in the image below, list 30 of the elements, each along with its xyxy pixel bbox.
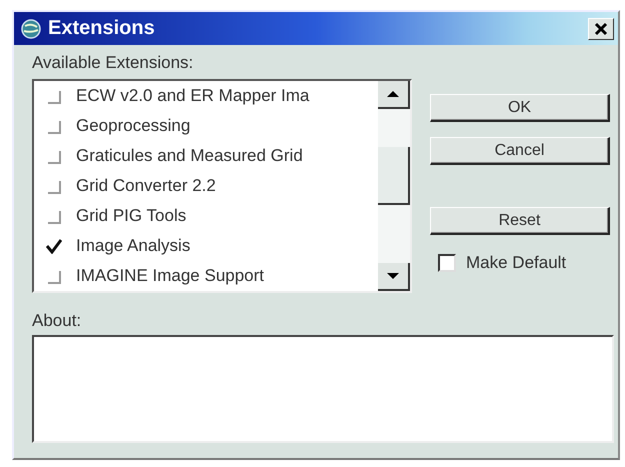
- checkbox[interactable]: [46, 88, 62, 104]
- checkbox[interactable]: [46, 118, 62, 134]
- scroll-thumb[interactable]: [378, 147, 410, 205]
- window-title: Extensions: [48, 17, 156, 40]
- globe-icon: [20, 18, 42, 40]
- checkbox[interactable]: [46, 178, 62, 194]
- down-arrow-icon[interactable]: [387, 272, 399, 280]
- about-label: About:: [32, 311, 82, 331]
- list-label: Available Extensions:: [32, 53, 194, 73]
- checkmark-icon[interactable]: [46, 238, 62, 254]
- extension-item: Grid PIG Tools: [76, 206, 186, 226]
- scroll-up-button[interactable]: [378, 81, 410, 109]
- close-icon[interactable]: [594, 22, 608, 36]
- extension-item: ECW v2.0 and ER Mapper Ima: [76, 86, 310, 106]
- checkbox[interactable]: [438, 254, 456, 272]
- checkbox[interactable]: [46, 148, 62, 164]
- cancel-button[interactable]: Cancel: [430, 137, 610, 165]
- extension-item: IMAGINE Image Support: [76, 266, 264, 286]
- ok-button[interactable]: OK: [430, 94, 610, 122]
- close-button[interactable]: [588, 18, 614, 40]
- extension-item: Grid Converter 2.2: [76, 176, 216, 196]
- checkbox[interactable]: [46, 208, 62, 224]
- checkbox-label: Make Default: [466, 253, 566, 273]
- extension-item: Geoprocessing: [76, 116, 190, 136]
- reset-button[interactable]: Reset: [430, 207, 610, 235]
- extension-item: Image Analysis: [76, 236, 190, 256]
- extension-item: Graticules and Measured Grid: [76, 146, 303, 166]
- up-arrow-icon[interactable]: [387, 90, 399, 98]
- scroll-down-button[interactable]: [378, 263, 410, 291]
- checkbox[interactable]: [46, 268, 62, 284]
